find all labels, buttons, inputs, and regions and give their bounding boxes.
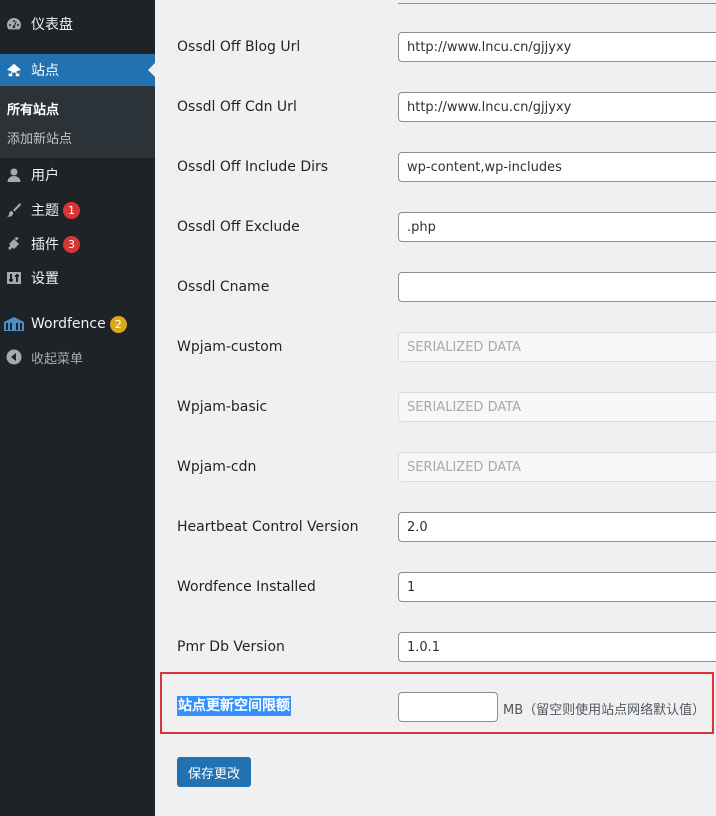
setting-input: SERIALIZED DATA xyxy=(398,332,716,362)
setting-label: Ossdl Off Exclude xyxy=(177,219,300,235)
menu-plugins[interactable]: 插件 3 xyxy=(0,228,155,260)
menu-users-label: 用户 xyxy=(31,168,59,184)
menu-users[interactable]: 用户 xyxy=(0,159,155,191)
admin-sidebar: 仪表盘 站点 所有站点 添加新站点 用户 主题 1 插件 3 设置 Wordfe… xyxy=(0,0,155,816)
wordfence-alert-badge: 2 xyxy=(109,315,127,333)
setting-label: Ossdl Off Cdn Url xyxy=(177,99,297,115)
previous-field-edge xyxy=(398,0,716,4)
setting-input: SERIALIZED DATA xyxy=(398,452,716,482)
setting-label: Wpjam-basic xyxy=(177,399,268,415)
submenu-add-site[interactable]: 添加新站点 xyxy=(7,128,72,147)
quota-label: 站点更新空间限额 xyxy=(177,696,291,716)
setting-input[interactable] xyxy=(398,272,716,302)
menu-settings[interactable]: 设置 xyxy=(0,262,155,294)
sites-icon xyxy=(6,62,22,78)
menu-settings-label: 设置 xyxy=(31,271,59,287)
menu-plugins-label: 插件 xyxy=(31,237,59,253)
collapse-icon xyxy=(6,349,22,365)
quota-input[interactable] xyxy=(398,692,498,722)
menu-themes-label: 主题 xyxy=(31,203,59,219)
setting-input: SERIALIZED DATA xyxy=(398,392,716,422)
setting-input[interactable]: 1.0.1 xyxy=(398,632,716,662)
menu-dashboard-label: 仪表盘 xyxy=(31,17,73,33)
setting-label: Heartbeat Control Version xyxy=(177,519,359,535)
users-icon xyxy=(6,167,22,183)
themes-icon xyxy=(6,202,22,218)
setting-label: Ossdl Cname xyxy=(177,279,270,295)
setting-label: Wpjam-cdn xyxy=(177,459,257,475)
setting-input[interactable]: http://www.lncu.cn/gjjyxy xyxy=(398,32,716,62)
settings-icon xyxy=(6,270,22,286)
setting-input[interactable]: .php xyxy=(398,212,716,242)
quota-help-text: MB（留空则使用站点网络默认值） xyxy=(503,703,706,718)
dashboard-icon xyxy=(6,16,22,32)
setting-label: Wpjam-custom xyxy=(177,339,283,355)
setting-input[interactable]: http://www.lncu.cn/gjjyxy xyxy=(398,92,716,122)
sites-submenu: 所有站点 添加新站点 xyxy=(0,86,155,158)
menu-dashboard[interactable]: 仪表盘 xyxy=(0,8,155,40)
site-settings-form: Ossdl Off Blog Url http://www.lncu.cn/gjj… xyxy=(155,0,716,816)
menu-sites[interactable]: 站点 xyxy=(0,54,155,86)
save-changes-button[interactable]: 保存更改 xyxy=(177,757,252,787)
menu-collapse[interactable]: 收起菜单 xyxy=(0,341,155,373)
submenu-all-sites[interactable]: 所有站点 xyxy=(7,99,59,118)
menu-wordfence[interactable]: Wordfence 2 xyxy=(0,308,155,340)
setting-input[interactable]: 2.0 xyxy=(398,512,716,542)
menu-collapse-label: 收起菜单 xyxy=(31,351,84,367)
menu-themes[interactable]: 主题 1 xyxy=(0,194,155,226)
setting-label: Wordfence Installed xyxy=(177,579,316,595)
themes-update-badge: 1 xyxy=(63,201,80,219)
plugins-icon xyxy=(6,236,22,252)
menu-wordfence-label: Wordfence xyxy=(31,316,106,332)
setting-label: Ossdl Off Include Dirs xyxy=(177,159,329,175)
plugins-update-badge: 3 xyxy=(63,235,80,253)
wordfence-icon xyxy=(4,316,24,332)
setting-label: Pmr Db Version xyxy=(177,639,285,655)
menu-sites-label: 站点 xyxy=(31,63,59,79)
setting-input[interactable]: wp-content,wp-includes xyxy=(398,152,716,182)
setting-label: Ossdl Off Blog Url xyxy=(177,39,301,55)
setting-input[interactable]: 1 xyxy=(398,572,716,602)
